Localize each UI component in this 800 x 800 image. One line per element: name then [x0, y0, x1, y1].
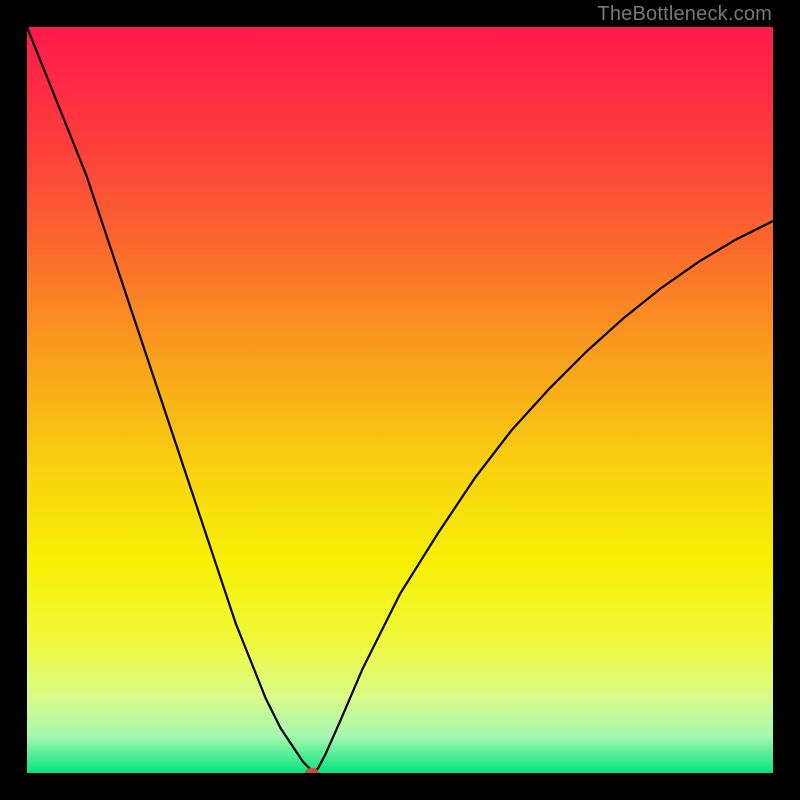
- bottleneck-chart: [27, 27, 773, 773]
- chart-frame: [27, 27, 773, 773]
- gradient-background: [27, 27, 773, 773]
- watermark-text: TheBottleneck.com: [597, 3, 772, 26]
